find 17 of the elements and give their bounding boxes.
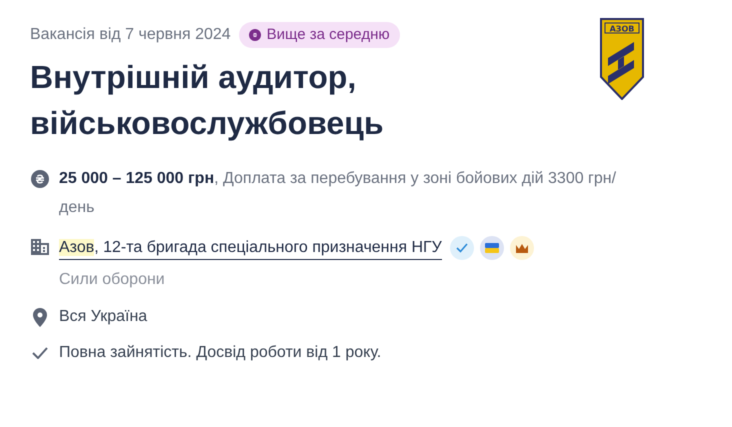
location-text: Вся Україна [59, 307, 148, 327]
verified-icon [450, 236, 474, 260]
employment-text: Повна зайнятість. Досвід роботи від 1 року. [59, 343, 382, 363]
location-pin-icon [33, 308, 47, 326]
company-category: Сили оборони [59, 270, 166, 290]
hryvnia-icon [31, 170, 49, 188]
coin-icon [248, 29, 261, 41]
job-title: Внутрішній аудитор, військовослужбовець [30, 58, 384, 143]
flag-icon [480, 236, 504, 260]
crown-icon [510, 236, 534, 260]
posting-date: Вакансія від 7 червня 2024 [30, 25, 231, 45]
checkmark-icon [32, 347, 48, 359]
company-link[interactable]: Азов, 12-та бригада спеціального призначення НГУ [59, 236, 442, 260]
emblem-logo: АЗОВ [600, 18, 644, 100]
salary-badge: Вище за середню [238, 22, 400, 48]
building-icon [30, 238, 50, 256]
salary-text: 25 000 – 125 000 грн, Доплата за перебування у зоні бойових дій 3300 грн/ день [59, 169, 618, 218]
